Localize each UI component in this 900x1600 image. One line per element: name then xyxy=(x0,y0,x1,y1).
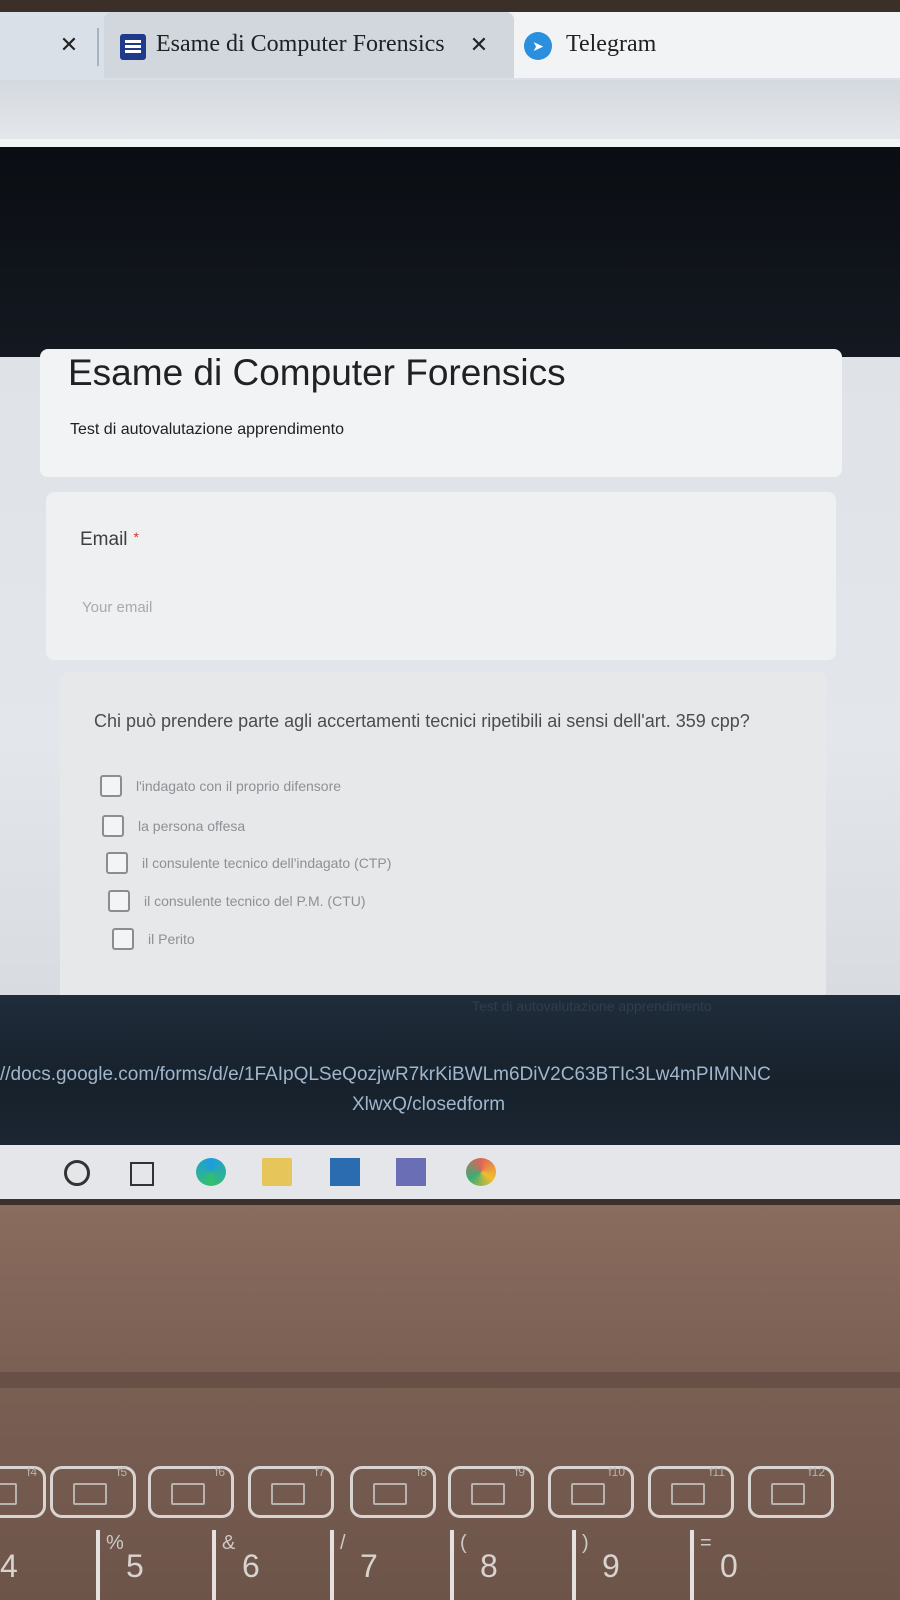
key-main-label: 8 xyxy=(480,1548,498,1584)
required-asterisk: * xyxy=(133,529,139,545)
option-label: l'indagato con il proprio difensore xyxy=(136,778,342,794)
file-explorer-icon[interactable] xyxy=(262,1158,292,1186)
key-shift-label: % xyxy=(106,1532,124,1554)
key-symbol-icon xyxy=(771,1483,805,1505)
key-symbol-icon xyxy=(471,1483,505,1505)
key-f5[interactable]: f5 xyxy=(50,1465,136,1518)
key-label: f7 xyxy=(314,1465,325,1479)
key-shift-label: ) xyxy=(582,1532,589,1554)
option-checkbox[interactable]: l'indagato con il proprio difensore xyxy=(100,774,341,798)
hover-url-continued: XlwxQ/closedform xyxy=(352,1094,506,1115)
toolbar-divider xyxy=(0,139,900,147)
key-symbol-icon xyxy=(73,1483,107,1505)
tab-title-telegram: Telegram xyxy=(566,31,657,57)
telegram-icon: ➤ xyxy=(524,32,552,60)
option-checkbox[interactable]: il consulente tecnico dell'indagato (CTP… xyxy=(106,851,391,875)
form-header-banner xyxy=(0,147,900,357)
key-symbol-icon xyxy=(373,1483,407,1505)
key-8[interactable]: (8 xyxy=(450,1530,536,1600)
tab-title-esame: Esame di Computer Forensics xyxy=(156,31,445,57)
option-label: la persona offesa xyxy=(138,818,246,834)
key-main-label: 7 xyxy=(360,1548,378,1584)
form-description: Test di autovalutazione apprendimento xyxy=(70,421,344,438)
key-main-label: 6 xyxy=(242,1548,260,1584)
teams-icon[interactable] xyxy=(396,1158,426,1186)
key-label: f8 xyxy=(416,1465,427,1479)
close-tab-icon[interactable]: ✕ xyxy=(465,32,493,60)
checkbox-icon[interactable] xyxy=(102,815,124,837)
chrome-icon[interactable] xyxy=(466,1158,496,1186)
option-checkbox[interactable]: la persona offesa xyxy=(102,814,245,838)
key-5[interactable]: % 5 xyxy=(96,1530,182,1600)
checkbox-icon[interactable] xyxy=(108,890,130,912)
checkbox-icon[interactable] xyxy=(112,928,134,950)
key-label: f12 xyxy=(808,1465,825,1479)
key-label: f11 xyxy=(709,1465,725,1479)
email-field[interactable] xyxy=(82,594,502,620)
status-ghost-text: Test di autovalutazione apprendimento xyxy=(472,998,712,1014)
key-shift-label: & xyxy=(222,1532,236,1554)
option-label: il Perito xyxy=(148,931,195,947)
key-4[interactable]: 4 xyxy=(0,1530,56,1600)
hover-url: //docs.google.com/forms/d/e/1FAIpQLSeQoz… xyxy=(0,1064,771,1085)
form-title: Esame di Computer Forensics xyxy=(68,352,566,393)
key-symbol-icon xyxy=(0,1483,17,1505)
option-label: il consulente tecnico dell'indagato (CTP… xyxy=(142,855,392,871)
key-label: f10 xyxy=(608,1465,625,1479)
key-f6[interactable]: f6 xyxy=(148,1465,234,1518)
email-card xyxy=(46,492,836,660)
key-label: f5 xyxy=(116,1465,127,1479)
key-0[interactable]: = 0 xyxy=(690,1530,776,1600)
email-label: Email * xyxy=(80,529,139,551)
key-f7[interactable]: f7 xyxy=(248,1465,334,1518)
key-9[interactable]: ) 9 xyxy=(572,1530,658,1600)
option-label: il consulente tecnico del P.M. (CTU) xyxy=(144,893,366,909)
key-f9[interactable]: f9 xyxy=(448,1465,534,1518)
key-f4[interactable]: f4 xyxy=(0,1465,46,1518)
option-checkbox[interactable]: il Perito xyxy=(112,927,195,951)
key-f12[interactable]: f12 xyxy=(748,1465,834,1518)
key-label: f9 xyxy=(514,1465,525,1479)
key-main-label: 4 xyxy=(0,1548,18,1584)
key-shift-label: = xyxy=(700,1532,712,1554)
task-view-icon[interactable] xyxy=(130,1162,154,1186)
key-symbol-icon xyxy=(271,1483,305,1505)
key-symbol-icon xyxy=(671,1483,705,1505)
key-shift-label: / xyxy=(340,1532,346,1554)
laptop-hinge xyxy=(0,1372,900,1388)
key-main-label: 0 xyxy=(720,1548,738,1584)
screen-bezel xyxy=(0,0,900,12)
question-text: Chi può prendere parte agli accertamenti… xyxy=(94,711,750,731)
key-main-label: 5 xyxy=(126,1548,144,1584)
key-6[interactable]: & 6 xyxy=(212,1530,298,1600)
tab-separator xyxy=(97,28,99,66)
checkbox-icon[interactable] xyxy=(100,775,122,797)
key-main-label: 9 xyxy=(602,1548,620,1584)
browser-toolbar xyxy=(0,80,900,146)
key-label: f4 xyxy=(26,1465,37,1479)
edge-icon[interactable] xyxy=(196,1158,226,1186)
key-symbol-icon xyxy=(571,1483,605,1505)
key-label: f6 xyxy=(214,1465,225,1479)
checkbox-icon[interactable] xyxy=(106,852,128,874)
mail-icon[interactable] xyxy=(330,1158,360,1186)
google-forms-icon xyxy=(120,34,146,60)
option-checkbox[interactable]: il consulente tecnico del P.M. (CTU) xyxy=(108,889,366,913)
key-symbol-icon xyxy=(171,1483,205,1505)
key-f8[interactable]: f8 xyxy=(350,1465,436,1518)
close-tab-icon[interactable]: ✕ xyxy=(55,32,83,60)
cortana-circle-icon[interactable] xyxy=(64,1160,90,1186)
key-7[interactable]: /7 xyxy=(330,1530,416,1600)
key-f11[interactable]: f11 xyxy=(648,1465,734,1518)
email-label-text: Email xyxy=(80,529,128,550)
key-f10[interactable]: f10 xyxy=(548,1465,634,1518)
key-shift-label: ( xyxy=(460,1532,467,1554)
